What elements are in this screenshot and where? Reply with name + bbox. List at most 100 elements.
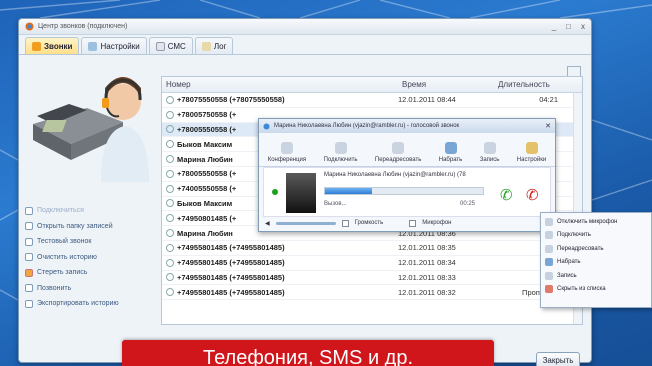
operator-phone-illustration (33, 77, 149, 182)
number-cell: +74955801485 (+74955801485) (162, 258, 398, 267)
table-row[interactable]: +78075550558 (+78075550558) 12.01.2011 08… (162, 93, 582, 108)
record-icon (545, 271, 553, 280)
window-controls: _ □ x (552, 22, 585, 31)
delete-record-action[interactable]: Стереть запись (25, 265, 119, 281)
toolbar-label: Подключить (323, 157, 358, 163)
action-label: Позвонить (37, 284, 72, 292)
clear-history-action[interactable]: Очистить историю (25, 250, 119, 266)
action-label: Экспортировать историю (37, 300, 119, 308)
popup-title: Марина Николаевна Любин (vjazin@rambler.… (274, 123, 460, 129)
call-status: Вызов... (324, 201, 347, 207)
volume-checkbox[interactable] (341, 219, 349, 227)
online-status-icon (272, 189, 278, 195)
tab-log[interactable]: Лог (194, 37, 234, 54)
menu-item-hide[interactable]: Скрыть из списка (541, 283, 651, 297)
export-history-action[interactable]: Экспортировать историю (25, 296, 119, 312)
answer-call-icon[interactable]: ✆ (500, 186, 513, 204)
open-records-folder-action[interactable]: Открыть папку записей (25, 219, 119, 235)
column-number[interactable]: Номер (162, 80, 398, 89)
caller-name: Марина Николаевна Любин (vjazin@rambler.… (324, 172, 466, 178)
menu-label: Запись (557, 272, 577, 279)
table-row[interactable]: +74955801485 (+74955801485) 12.01.2011 08… (162, 271, 582, 286)
minimize-button[interactable]: _ (552, 22, 556, 31)
table-row[interactable]: +74955801485 (+74955801485) 12.01.2011 08… (162, 285, 582, 301)
menu-item-connect[interactable]: Подключить (541, 229, 651, 243)
menu-item-mute[interactable]: Отключить микрофон (541, 215, 651, 229)
number-text: Марина Любин (177, 228, 233, 238)
column-time[interactable]: Время (398, 80, 494, 89)
menu-item-dial[interactable]: Набрать (541, 256, 651, 270)
menu-item-record[interactable]: Запись (541, 269, 651, 283)
number-text: +74955801485 (+74955801485) (177, 258, 285, 268)
hide-icon (545, 285, 553, 294)
number-text: +74955801485 (+74955801485) (177, 243, 285, 253)
phone-icon (32, 41, 41, 51)
speaker-icon: ◀ (265, 220, 270, 227)
transfer-button[interactable]: Переадресовать (375, 142, 421, 163)
window-title: Центр звонков (подключен) (38, 23, 128, 30)
table-row[interactable]: +74955801485 (+74955801485) 12.01.2011 08… (162, 241, 582, 256)
pencil-icon (201, 41, 211, 51)
action-label: Открыть папку записей (37, 222, 113, 230)
connect-icon (25, 206, 33, 215)
phone-icon (25, 237, 33, 246)
keypad-icon (545, 258, 553, 267)
microphone-checkbox[interactable] (409, 219, 417, 227)
call-direction-icon (166, 169, 174, 178)
action-label: Подключиться (37, 207, 84, 215)
menu-label: Подключить (557, 232, 591, 239)
app-icon (263, 123, 270, 129)
menu-label: Переадресовать (557, 245, 604, 252)
call-direction-icon (166, 155, 174, 164)
number-text: +74955801485 (+74955801485) (177, 287, 285, 297)
call-direction-icon (166, 184, 174, 193)
close-popup-button[interactable]: ✕ (545, 122, 551, 130)
menu-item-transfer[interactable]: Переадресовать (541, 242, 651, 256)
tab-calls[interactable]: Звонки (25, 37, 80, 54)
record-button[interactable]: Запись (480, 142, 499, 163)
tab-sms[interactable]: СМС (148, 37, 193, 54)
call-direction-icon (166, 140, 174, 149)
volume-slider[interactable] (275, 221, 336, 225)
hang-up-icon[interactable]: ✆ (526, 186, 539, 204)
call-direction-icon (166, 110, 174, 119)
call-progress-bar (324, 187, 484, 195)
time-cell: 12.01.2011 08:33 (398, 272, 456, 282)
call-direction-icon (166, 243, 174, 252)
voice-call-popup: Марина Николаевна Любин (vjazin@rambler.… (258, 118, 556, 232)
table-row[interactable]: +74955801485 (+74955801485) 12.01.2011 08… (162, 256, 582, 271)
menu-label: Отключить микрофон (557, 218, 618, 225)
duration-cell: 04:21 (539, 95, 558, 105)
folder-icon (25, 222, 33, 231)
number-cell: +74955801485 (+74955801485) (162, 243, 398, 252)
transfer-icon (392, 142, 405, 154)
close-button[interactable]: Закрыть (536, 352, 580, 366)
toolbar-label: Переадресовать (374, 157, 422, 163)
eraser-icon (25, 253, 33, 262)
maximize-button[interactable]: □ (566, 22, 571, 31)
left-panel: Подключиться Открыть папку записей Тесто… (19, 56, 159, 356)
connect-button[interactable]: Подключить (324, 142, 358, 163)
tab-label: СМС (167, 41, 186, 51)
volume-label: Громкость (354, 220, 384, 226)
tab-settings[interactable]: Настройки (81, 37, 147, 54)
settings-button[interactable]: Настройки (517, 142, 546, 163)
call-direction-icon (166, 214, 174, 223)
action-list: Подключиться Открыть папку записей Тесто… (25, 203, 119, 312)
number-text: +78005550558 (+ (177, 124, 237, 134)
number-text: Быков Максим (177, 139, 233, 149)
dial-icon (25, 284, 33, 293)
dial-button[interactable]: Набрать (439, 142, 462, 163)
close-window-button[interactable]: x (581, 22, 585, 31)
action-label: Тестовый звонок (37, 238, 92, 246)
call-direction-icon (166, 258, 174, 267)
delete-icon (25, 268, 33, 277)
call-direction-icon (166, 288, 174, 297)
column-duration[interactable]: Длительность (494, 80, 574, 89)
call-action[interactable]: Позвонить (25, 281, 119, 297)
connect-action[interactable]: Подключиться (25, 203, 119, 219)
app-icon (25, 22, 34, 31)
conference-button[interactable]: Конференция (268, 142, 306, 163)
test-call-action[interactable]: Тестовый звонок (25, 234, 119, 250)
call-direction-icon (166, 229, 174, 238)
